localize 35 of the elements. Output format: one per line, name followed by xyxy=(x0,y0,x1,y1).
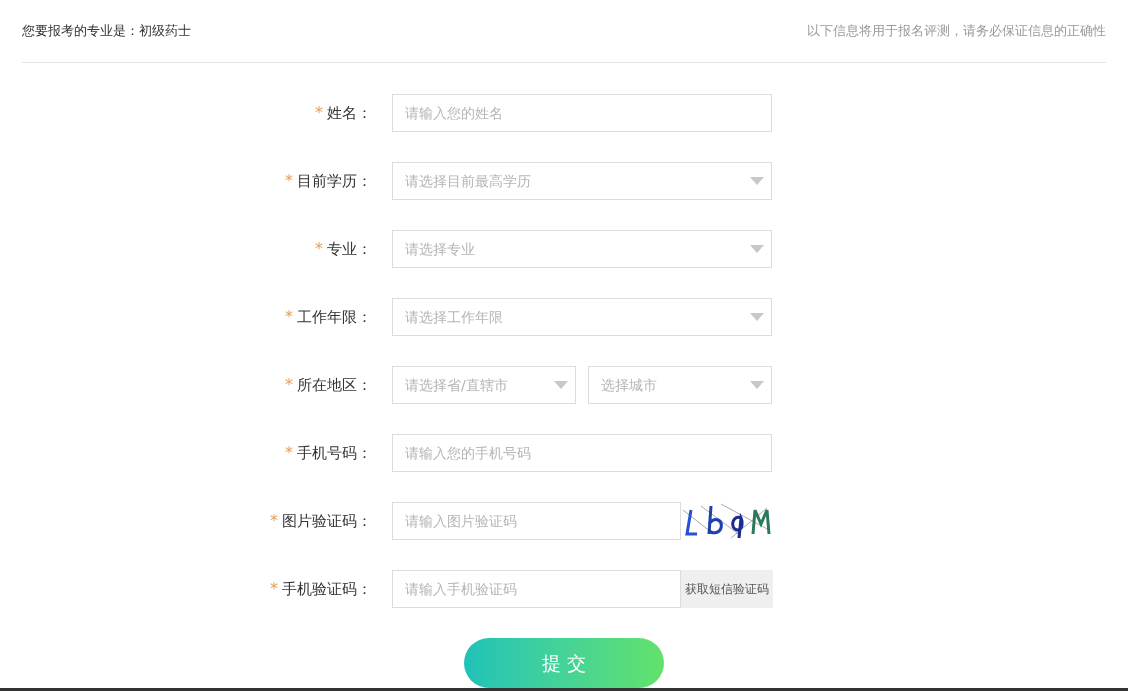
field-label: 目前学历： xyxy=(297,170,372,192)
required-asterisk: * xyxy=(285,170,293,192)
field-label: 专业： xyxy=(327,238,372,260)
dropdown-caret-icon xyxy=(750,245,764,253)
dropdown-select[interactable]: 请选择工作年限 xyxy=(392,298,772,336)
input-field[interactable]: 请输入手机验证码 xyxy=(392,570,681,608)
required-asterisk: * xyxy=(285,306,293,328)
input-field[interactable]: 请输入图片验证码 xyxy=(392,502,681,540)
field-label: 手机验证码： xyxy=(282,578,372,600)
required-asterisk: * xyxy=(285,442,293,464)
dropdown-caret-icon xyxy=(750,177,764,185)
dropdown-select[interactable]: 请选择目前最高学历 xyxy=(392,162,772,200)
captcha-image[interactable] xyxy=(681,502,771,540)
input-field[interactable]: 请输入您的手机号码 xyxy=(392,434,772,472)
field-label: 姓名： xyxy=(327,102,372,124)
notice-text: 以下信息将用于报名评测，请务必保证信息的正确性 xyxy=(807,22,1106,41)
input-field[interactable]: 请输入您的姓名 xyxy=(392,94,772,132)
dropdown-caret-icon xyxy=(750,313,764,321)
major-label: 您要报考的专业是：初级药士 xyxy=(22,22,191,41)
dropdown-select[interactable]: 选择城市 xyxy=(588,366,772,404)
required-asterisk: * xyxy=(270,578,278,600)
dropdown-select[interactable]: 请选择省/直辖市 xyxy=(392,366,576,404)
field-label: 所在地区： xyxy=(297,374,372,396)
required-asterisk: * xyxy=(315,238,323,260)
dropdown-select[interactable]: 请选择专业 xyxy=(392,230,772,268)
field-label: 工作年限： xyxy=(297,306,372,328)
get-sms-code-button[interactable]: 获取短信验证码 xyxy=(681,570,773,608)
dropdown-caret-icon xyxy=(554,381,568,389)
required-asterisk: * xyxy=(270,510,278,532)
field-label: 图片验证码： xyxy=(282,510,372,532)
submit-button[interactable]: 提 交 xyxy=(464,638,664,688)
required-asterisk: * xyxy=(315,102,323,124)
dropdown-caret-icon xyxy=(750,381,764,389)
field-label: 手机号码： xyxy=(297,442,372,464)
required-asterisk: * xyxy=(285,374,293,396)
